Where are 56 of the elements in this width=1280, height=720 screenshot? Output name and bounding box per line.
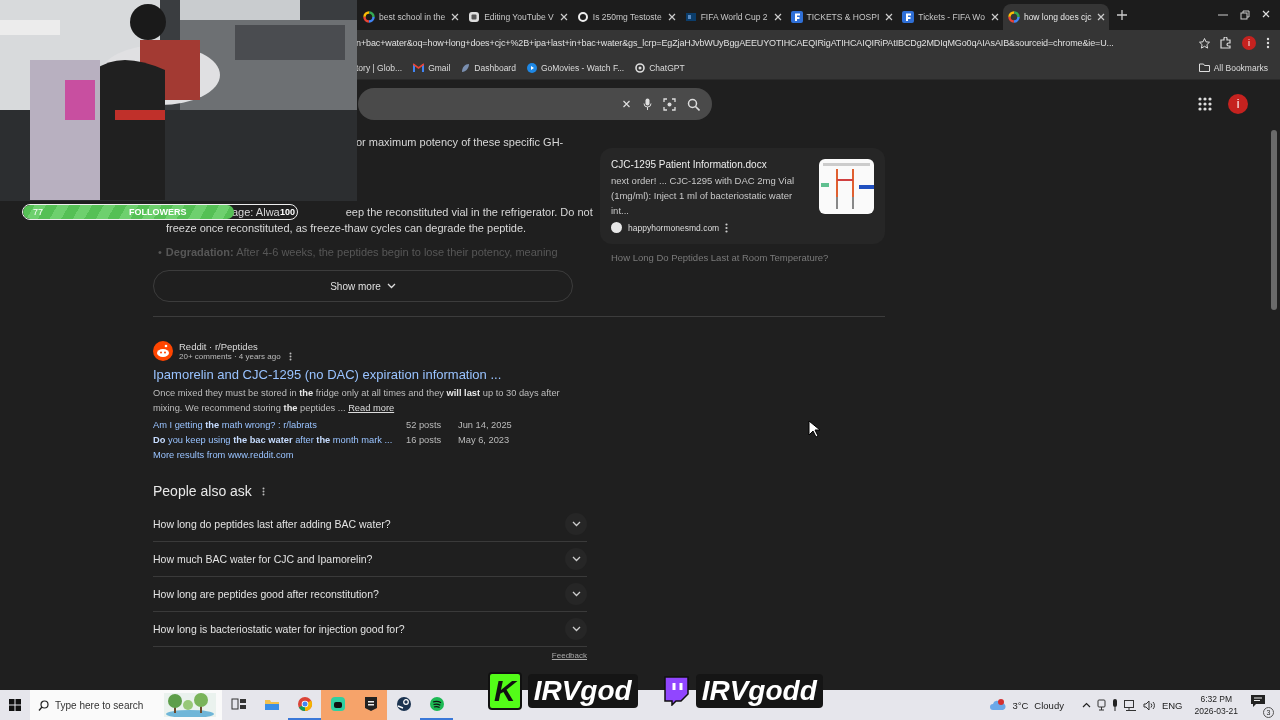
question-row[interactable]: How long do peptides last after adding BAC water? bbox=[153, 507, 587, 542]
result-card[interactable]: CJC-1295 Patient Information.docx next order! ... CJC-1295 with DAC 2mg Vial (1mg/ml): Inject 1 ml of bacteriostatic water int... happyhormonesmd.com bbox=[600, 148, 885, 244]
result-meta: 20+ comments · 4 years ago bbox=[179, 352, 281, 361]
read-more-link[interactable]: Read more bbox=[348, 403, 395, 413]
thread-link[interactable]: Do you keep using the bac water after the month mark ... bbox=[153, 433, 400, 448]
bookmark[interactable]: Gmail bbox=[413, 62, 451, 73]
snippet-text: age: Alwa bbox=[232, 205, 280, 220]
browser-tab[interactable]: Editing YouTube V bbox=[463, 4, 572, 30]
bookmark[interactable]: tory | Glob... bbox=[356, 62, 403, 73]
bookmark[interactable]: GoMovies - Watch F... bbox=[526, 62, 625, 73]
faded-result-title[interactable]: How Long Do Peptides Last at Room Temperature? bbox=[600, 244, 885, 271]
channel-name: IRVgodd bbox=[695, 674, 823, 708]
bookmark[interactable]: Dashboard bbox=[461, 62, 516, 73]
snippet-text: eep the reconstituted vial in the refrigerator. Do not bbox=[345, 205, 593, 220]
language-indicator[interactable]: ENG bbox=[1161, 699, 1183, 711]
follower-count: 77 bbox=[33, 206, 43, 218]
result-title-link[interactable]: Ipamorelin and CJC-1295 (no DAC) expiration information ... bbox=[153, 367, 585, 382]
all-bookmarks-button[interactable]: All Bookmarks bbox=[1198, 62, 1268, 73]
browser-tab[interactable]: TICKETS & HOSPI bbox=[785, 4, 898, 30]
thread-link[interactable]: Am I getting the math wrong? : r/labrats bbox=[153, 418, 400, 433]
post-count: 16 posts bbox=[406, 434, 443, 447]
site-name: happyhormonesmd.com bbox=[628, 222, 720, 233]
browser-tab[interactable]: FIFA World Cup 2 bbox=[679, 4, 786, 30]
follower-goal: 100 bbox=[279, 206, 295, 218]
clock-time[interactable]: 6:32 PM bbox=[1200, 693, 1233, 705]
more-results-link[interactable]: More results from www.reddit.com bbox=[153, 448, 585, 463]
weather-temperature: 3°C bbox=[1012, 699, 1029, 711]
browser-tab[interactable]: Is 250mg Testoste bbox=[571, 4, 680, 30]
channel-logo: K bbox=[488, 672, 522, 710]
browser-tab[interactable]: how long does cjc bbox=[1002, 4, 1110, 30]
clock-date[interactable]: 2026-03-21 bbox=[1194, 705, 1238, 717]
weather-condition: Cloudy bbox=[1034, 699, 1064, 711]
question-row[interactable]: How long are peptides good after reconstitution? bbox=[153, 577, 587, 612]
card-title[interactable]: CJC-1295 Patient Information.docx bbox=[611, 159, 811, 170]
browser-tab[interactable]: Tickets - FIFA Wo bbox=[897, 4, 1003, 30]
profile-avatar[interactable]: i bbox=[1228, 94, 1248, 114]
source-name: Reddit · r/Peptides bbox=[179, 341, 259, 352]
question-row[interactable]: How much BAC water for CJC and Ipamorelin? bbox=[153, 542, 587, 577]
result-snippet: Once mixed they must be stored in the fridge only at all times and they will last up to 30 days after mixing. We recommend storing the peptides ... Read more bbox=[153, 387, 561, 415]
taskbar-search-field[interactable]: Type here to search bbox=[30, 690, 222, 720]
post-date: May 6, 2023 bbox=[458, 434, 511, 447]
snippet-text: freeze once reconstituted, as freeze-thaw cycles can degrade the peptide. bbox=[166, 221, 528, 236]
browser-tab[interactable]: best school in the bbox=[358, 4, 464, 30]
channel-name: IRVgod bbox=[527, 674, 638, 708]
bookmark[interactable]: ChatGPT bbox=[635, 62, 685, 73]
bullet: • bbox=[158, 245, 162, 260]
profile-avatar[interactable]: i bbox=[1242, 36, 1256, 50]
post-date: Jun 14, 2025 bbox=[458, 419, 513, 432]
address-bar[interactable]: n+bac+water&oq=how+long+does+cjc+%2B+ipa+last+in+bac+water&gs_lcrp=EgZjaHJvbWUyBggAEEUYOTIHCAEQIRigATIHCAIQIRiPAtIBCDg2MDIqMGo0qAIAsAIB&sourceid=chrome&ie=U... bbox=[356, 38, 1189, 48]
card-snippet: next order! ... CJC-1295 with DAC 2mg Vial (1mg/ml): Inject 1 ml of bacteriostatic water int... bbox=[611, 174, 796, 218]
follower-label: FOLLOWERS bbox=[129, 206, 187, 218]
section-heading: People also ask bbox=[153, 483, 252, 499]
feedback-link[interactable]: Feedback bbox=[551, 651, 587, 660]
question-row[interactable]: How long is bacteriostatic water for injection good for? bbox=[153, 612, 587, 647]
post-count: 52 posts bbox=[406, 419, 443, 432]
snippet-text: or maximum potency of these specific GH- bbox=[356, 135, 565, 150]
